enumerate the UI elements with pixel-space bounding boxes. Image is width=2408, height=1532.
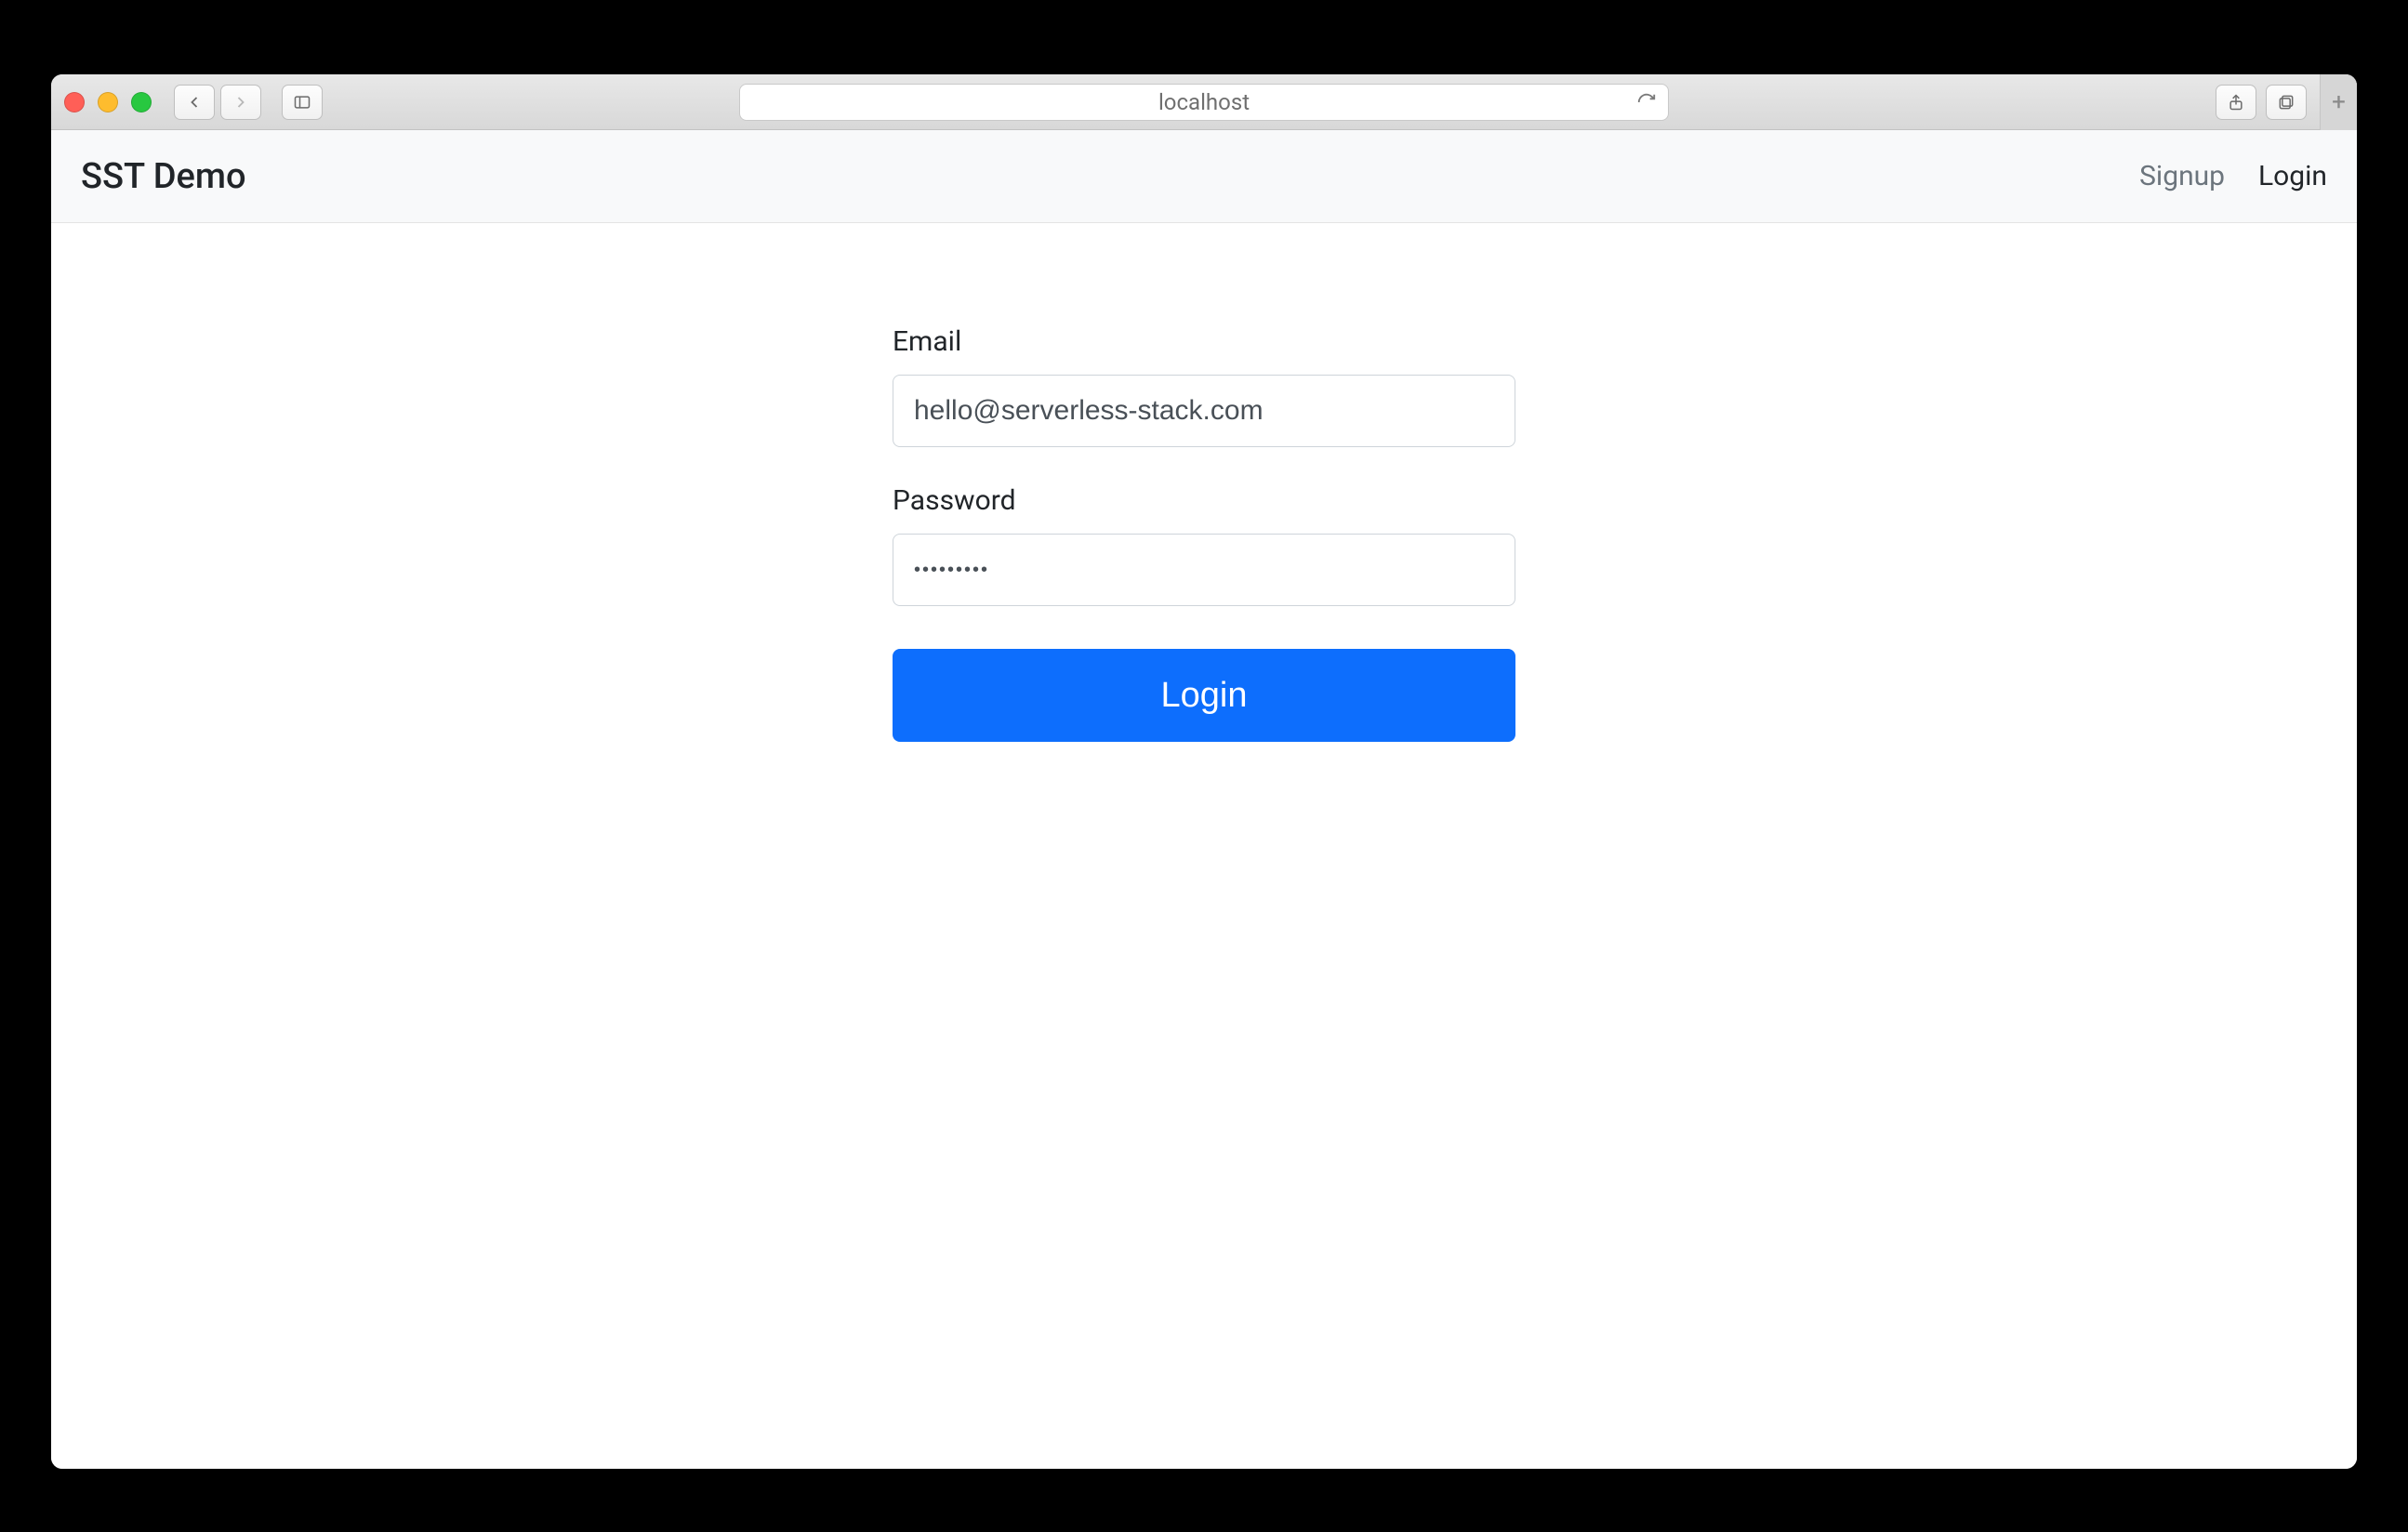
close-window-button[interactable] <box>64 92 85 112</box>
minimize-window-button[interactable] <box>98 92 118 112</box>
window-controls <box>64 92 152 112</box>
sidebar-toggle-button[interactable] <box>282 85 323 120</box>
reload-icon <box>1636 92 1657 112</box>
new-tab-button[interactable]: + <box>2320 74 2357 130</box>
chevron-left-icon <box>185 93 204 112</box>
chevron-right-icon <box>232 93 250 112</box>
password-field[interactable] <box>893 534 1515 606</box>
page-content: Email Password Login <box>51 223 2357 1469</box>
email-field[interactable] <box>893 375 1515 447</box>
email-label: Email <box>893 325 1515 358</box>
sidebar-icon <box>293 93 311 112</box>
app-navbar: SST Demo Signup Login <box>51 130 2357 223</box>
login-button[interactable]: Login <box>893 649 1515 742</box>
forward-button[interactable] <box>220 85 261 120</box>
tabs-icon <box>2277 93 2296 112</box>
address-bar-container: localhost <box>739 84 1669 121</box>
password-label: Password <box>893 484 1515 517</box>
browser-titlebar: localhost + <box>51 74 2357 130</box>
address-bar[interactable]: localhost <box>739 84 1669 121</box>
titlebar-right: + <box>2216 74 2344 130</box>
browser-window: localhost + <box>51 74 2357 1469</box>
login-form: Email Password Login <box>893 325 1515 1469</box>
address-text: localhost <box>1158 89 1250 115</box>
nav-login-link[interactable]: Login <box>2258 160 2327 192</box>
tabs-button[interactable] <box>2266 85 2307 120</box>
share-icon <box>2227 93 2245 112</box>
zoom-window-button[interactable] <box>131 92 152 112</box>
navbar-right: Signup Login <box>2139 160 2327 192</box>
plus-icon: + <box>2332 88 2346 116</box>
back-button[interactable] <box>174 85 215 120</box>
nav-buttons <box>174 85 261 120</box>
reload-button[interactable] <box>1636 92 1657 112</box>
nav-signup-link[interactable]: Signup <box>2139 160 2225 192</box>
brand-title[interactable]: SST Demo <box>81 156 246 197</box>
share-button[interactable] <box>2216 85 2256 120</box>
